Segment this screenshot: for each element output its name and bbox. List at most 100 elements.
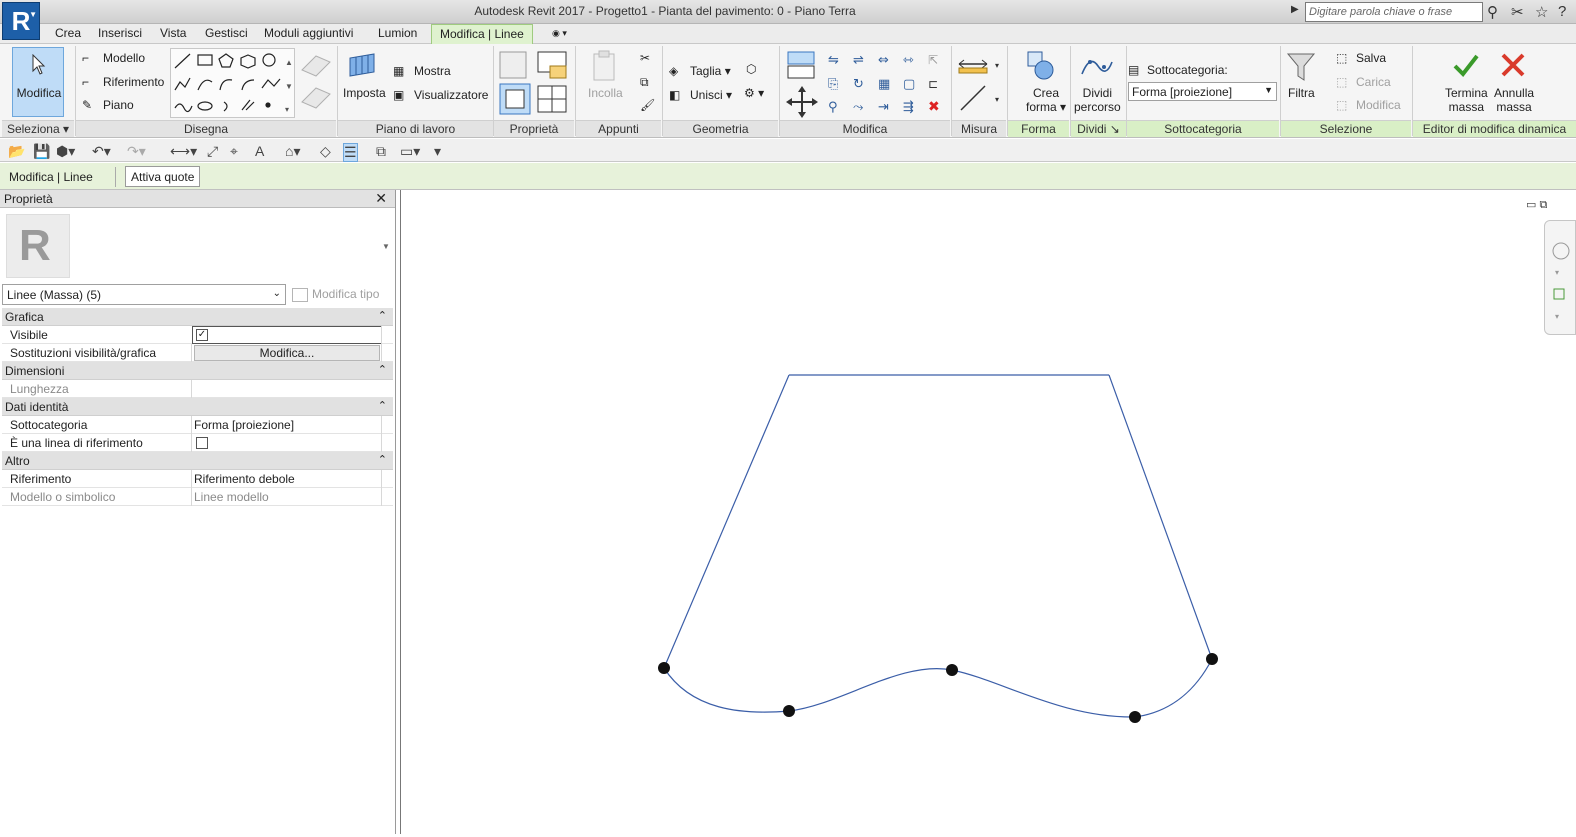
title-bar: Autodesk Revit 2017 - Progetto1 - Pianta… <box>0 0 1576 24</box>
modifica-button-label: Modifica <box>16 86 62 100</box>
tab-inserisci[interactable]: Inserisci <box>98 26 142 40</box>
measure-icon[interactable]: ⟷▾ <box>170 143 197 160</box>
thin-lines-icon[interactable]: ☰ <box>343 143 358 162</box>
visualizzatore-button[interactable]: Visualizzatore <box>414 88 488 102</box>
subcategory-dropdown[interactable]: Forma [proiezione] ▼ <box>1128 82 1277 101</box>
navigation-bar[interactable]: ▾ ▾ <box>1544 220 1576 335</box>
quick-access-toolbar: 📂 💾 ⬢▾ ↶▾ ↷▾ ⟷▾ ⤢ ⌖ A ⌂▾ ◇ ☰ ⧉ ▭▾ ▾ <box>0 139 1576 162</box>
redo-icon[interactable]: ↷▾ <box>127 143 146 160</box>
modify-tools-icons[interactable]: ⇋ ⇌ ⇔ ⇿ ⎘ ↻ ▦ ▢ ⚲ ⤳ ⇥ ⇶ ⇱ ⊏ ✖ <box>784 48 949 118</box>
tab-crea[interactable]: Crea <box>55 26 81 40</box>
properties-table: Grafica ⌃ Visibile ✓ Sostituzioni visibil… <box>2 308 393 506</box>
workplane-shape-icons[interactable] <box>298 48 334 116</box>
control-point[interactable] <box>658 662 670 674</box>
svg-text:⇱: ⇱ <box>928 53 938 67</box>
tab-vista[interactable]: Vista <box>160 26 186 40</box>
tag-icon[interactable]: ⌖ <box>230 143 238 160</box>
modifica-selezione-button[interactable]: Modifica <box>1356 98 1401 112</box>
favorites-star-icon[interactable]: ☆ <box>1535 3 1548 21</box>
draw-tools-gallery[interactable]: ▲ ▼ ▾ <box>170 48 295 118</box>
mostra-button[interactable]: Mostra <box>414 64 451 78</box>
annulla-massa-button[interactable]: Annulla massa <box>1494 86 1534 114</box>
crea-forma-button[interactable]: Crea forma ▾ <box>1026 86 1066 114</box>
view-window-controls[interactable]: ▭ ⧉ <box>1526 198 1547 212</box>
open-icon[interactable]: 📂 <box>8 143 25 160</box>
tab-lumion[interactable]: Lumion <box>378 26 417 40</box>
3d-view-icon[interactable]: ⌂▾ <box>285 143 300 160</box>
control-point[interactable] <box>1129 711 1141 723</box>
group-altro[interactable]: Altro ⌃ <box>2 452 393 470</box>
property-name: Visibile <box>10 328 48 342</box>
salva-button[interactable]: Salva <box>1356 51 1386 65</box>
collapse-icon: ⌃ <box>377 454 387 466</box>
modifica-tipo-button[interactable]: Modifica tipo <box>292 287 379 302</box>
close-icon[interactable]: ✕ <box>375 190 387 207</box>
control-point[interactable] <box>946 664 958 676</box>
modello-button[interactable]: Modello <box>103 51 145 65</box>
ribbon-minimize-icon[interactable]: ◉ ▾ <box>552 28 567 39</box>
filtra-button[interactable]: Filtra <box>1288 86 1315 100</box>
property-name: Riferimento <box>10 472 72 486</box>
type-selector-dropdown[interactable]: Linee (Massa) (5) ⌄ <box>2 284 286 305</box>
paint-icon[interactable]: ⚙ ▾ <box>744 86 764 100</box>
modifica-button[interactable]: Modifica <box>12 47 64 117</box>
join-geometry-icon: ◧ <box>669 88 681 102</box>
attiva-quote-button[interactable]: Attiva quote <box>125 166 201 187</box>
text-icon[interactable]: A <box>255 143 264 159</box>
options-bar: Modifica | Linee Attiva quote <box>0 163 1576 190</box>
sketch-lines[interactable] <box>401 190 1576 834</box>
communication-icon[interactable]: ✂ <box>1511 3 1524 21</box>
drawing-canvas[interactable] <box>400 190 1576 834</box>
group-dati-identita[interactable]: Dati identità ⌃ <box>2 398 393 416</box>
dividi-percorso-button[interactable]: Dividi percorso <box>1074 86 1121 114</box>
help-icon[interactable]: ? <box>1558 3 1566 20</box>
carica-button[interactable]: Carica <box>1356 75 1391 89</box>
visibile-value-cell[interactable] <box>192 326 382 344</box>
control-point[interactable] <box>1206 653 1218 665</box>
group-dimensioni[interactable]: Dimensioni ⌃ <box>2 362 393 380</box>
tab-gestisci[interactable]: Gestisci <box>205 26 248 40</box>
modifica-override-button[interactable]: Modifica... <box>194 345 380 361</box>
search-expand-icon[interactable]: ▶ <box>1291 4 1299 15</box>
svg-text:✖: ✖ <box>928 99 940 115</box>
unisci-button[interactable]: Unisci ▾ <box>690 88 732 102</box>
customize-qat-icon[interactable]: ▾ <box>434 143 441 160</box>
subcategory-caption: Sottocategoria: <box>1147 63 1228 77</box>
control-point[interactable] <box>783 705 795 717</box>
match-properties-icon[interactable]: 🖌 <box>640 98 655 112</box>
incolla-button[interactable]: Incolla <box>588 86 623 100</box>
aligned-dimension-icon[interactable]: ⤢ <box>207 143 218 160</box>
svg-text:⇋: ⇋ <box>828 53 839 68</box>
search-input[interactable]: Digitare parola chiave o frase <box>1305 2 1483 22</box>
tab-moduli-aggiuntivi[interactable]: Moduli aggiuntivi <box>264 26 353 40</box>
section-icon[interactable]: ◇ <box>320 143 331 160</box>
close-hidden-windows-icon[interactable]: ⧉ <box>376 143 386 160</box>
binoculars-icon[interactable]: ⚲ <box>1487 3 1498 21</box>
cut-icon[interactable]: ✂ <box>640 51 650 65</box>
modello-line-icon: ⌐ <box>82 51 90 65</box>
taglia-button[interactable]: Taglia ▾ <box>690 64 731 78</box>
application-menu-button[interactable]: R ▼ <box>2 2 40 40</box>
property-name: Modello o simbolico <box>10 490 116 504</box>
group-grafica[interactable]: Grafica ⌃ <box>2 308 393 326</box>
properties-tools-icons[interactable] <box>496 48 574 118</box>
panel-label-seleziona[interactable]: Seleziona ▾ <box>2 120 74 137</box>
property-value[interactable]: Riferimento debole <box>194 472 380 486</box>
property-value[interactable]: Forma [proiezione] <box>194 418 380 432</box>
window-title: Autodesk Revit 2017 - Progetto1 - Pianta… <box>474 4 856 18</box>
riferimento-button[interactable]: Riferimento <box>103 75 164 89</box>
linea-riferimento-checkbox[interactable] <box>196 437 208 449</box>
visibile-checkbox[interactable]: ✓ <box>196 329 208 341</box>
measure-tools-icons[interactable]: ▾ ▾ <box>955 50 1005 116</box>
sync-icon[interactable]: ⬢▾ <box>56 143 75 160</box>
copy-icon[interactable]: ⧉ <box>640 75 649 90</box>
piano-button[interactable]: Piano <box>103 98 134 112</box>
save-icon[interactable]: 💾 <box>33 143 50 160</box>
switch-windows-icon[interactable]: ▭▾ <box>400 143 420 160</box>
undo-icon[interactable]: ↶▾ <box>92 143 111 160</box>
chevron-down-icon[interactable]: ▼ <box>382 242 390 251</box>
termina-massa-button[interactable]: Termina massa <box>1445 86 1488 114</box>
wall-joins-icon[interactable]: ⬡ <box>746 62 756 76</box>
tab-modifica-linee[interactable]: Modifica | Linee <box>431 24 533 45</box>
imposta-button[interactable]: Imposta <box>343 86 386 100</box>
